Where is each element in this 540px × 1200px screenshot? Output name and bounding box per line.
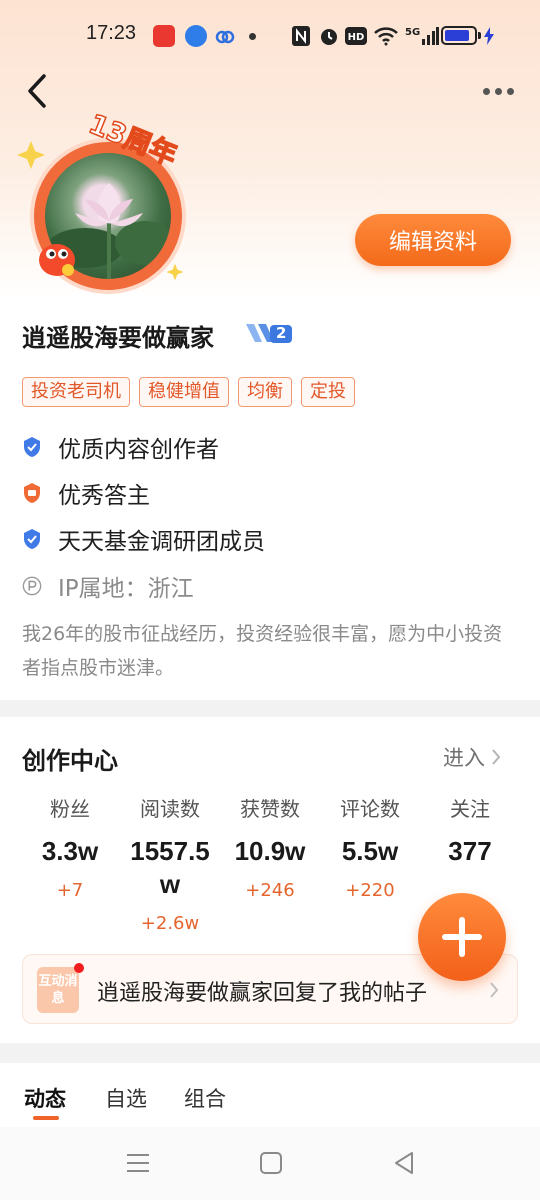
stat-value: 5.5w xyxy=(341,836,399,866)
edit-profile-button[interactable]: 编辑资料 xyxy=(355,214,511,266)
stat-label: 获赞数 xyxy=(240,797,300,821)
honor-label: 优秀答主 xyxy=(58,483,150,509)
cloud-icon xyxy=(214,25,236,47)
battery-cap xyxy=(478,32,481,39)
chevron-right-icon xyxy=(490,982,499,998)
hd-icon: HD xyxy=(345,24,367,48)
wifi-icon xyxy=(373,24,399,48)
stat-label: 关注 xyxy=(450,797,490,821)
charging-icon xyxy=(483,24,495,48)
stat-value: 1557.5w xyxy=(130,836,210,899)
battery-icon xyxy=(441,26,477,45)
app-notification-icon xyxy=(153,25,175,47)
honor-label: 优质内容创作者 xyxy=(58,437,219,463)
level-icon xyxy=(246,324,292,343)
stat-delta: +246 xyxy=(245,880,295,901)
stat-label: 阅读数 xyxy=(140,797,200,821)
tag: 均衡 xyxy=(238,377,292,407)
stat-reads[interactable]: 阅读数 1557.5w +2.6w xyxy=(120,793,220,934)
stat-value: 10.9w xyxy=(234,836,306,866)
svg-text:HD: HD xyxy=(348,32,365,43)
stat-likes[interactable]: 获赞数 10.9w +246 xyxy=(220,793,320,934)
honor-label: 天天基金调研团成员 xyxy=(58,529,265,555)
ip-location: IP属地：浙江 xyxy=(58,576,194,602)
tab-watchlist[interactable]: 自选 xyxy=(105,1083,147,1113)
status-bar: 17:23 HD 5G xyxy=(0,0,540,72)
honor-row[interactable]: 优质内容创作者 xyxy=(22,430,219,464)
message-text: 逍遥股海要做赢家回复了我的帖子 xyxy=(97,981,428,1006)
home-icon[interactable] xyxy=(259,1151,283,1175)
app-notification-icon xyxy=(185,25,207,47)
chevron-left-icon xyxy=(28,74,46,108)
back-triangle-icon[interactable] xyxy=(392,1151,416,1175)
tag: 稳健增值 xyxy=(139,377,229,407)
answer-shield-icon xyxy=(24,483,40,503)
user-bio: 我26年的股市征战经历，投资经验很丰富，愿为中小投资者指点股市迷津。 xyxy=(22,623,503,679)
user-tags: 投资老司机 稳健增值 均衡 定投 xyxy=(22,377,355,407)
sparkle-icon xyxy=(17,141,45,169)
stat-label: 评论数 xyxy=(340,797,400,821)
tag: 定投 xyxy=(301,377,355,407)
unread-dot xyxy=(74,963,84,973)
verified-shield-icon xyxy=(24,529,40,549)
stat-comments[interactable]: 评论数 5.5w +220 xyxy=(320,793,420,934)
active-tab-indicator xyxy=(33,1116,59,1120)
sparkle-icon xyxy=(166,263,184,281)
stat-delta: +220 xyxy=(345,880,395,901)
stat-delta: +2.6w xyxy=(140,913,200,934)
stat-fans[interactable]: 粉丝 3.3w +7 xyxy=(20,793,120,934)
back-button[interactable] xyxy=(20,70,60,114)
enter-creation-center-link[interactable]: 进入 xyxy=(443,742,501,772)
avatar-with-anniversary-frame[interactable]: 13周年 xyxy=(16,108,196,294)
more-options-button[interactable] xyxy=(478,80,518,102)
creation-center-title: 创作中心 xyxy=(22,747,118,775)
more-notifications-dot xyxy=(249,33,256,40)
user-level-badge: 2 xyxy=(244,320,296,348)
stat-label: 粉丝 xyxy=(50,797,90,821)
dot-icon xyxy=(494,87,502,95)
honor-row[interactable]: 优秀答主 xyxy=(22,476,150,510)
menu-icon[interactable] xyxy=(126,1151,150,1175)
mascot-icon xyxy=(39,244,75,276)
chevron-right-icon xyxy=(492,749,501,765)
signal-icon: 5G xyxy=(405,24,440,48)
honor-row[interactable]: 天天基金调研团成员 xyxy=(22,522,265,556)
location-p-icon xyxy=(22,576,42,596)
level-number: 2 xyxy=(276,324,287,342)
stat-delta: +7 xyxy=(56,880,84,901)
username: 逍遥股海要做赢家 xyxy=(22,324,214,352)
content-tabs: 动态 自选 组合 xyxy=(0,1063,540,1127)
stat-value: 3.3w xyxy=(41,836,99,866)
tag: 投资老司机 xyxy=(22,377,130,407)
dot-icon xyxy=(506,87,514,95)
status-time: 17:23 xyxy=(86,22,137,44)
nfc-icon xyxy=(291,24,311,48)
dot-icon xyxy=(482,87,490,95)
tab-portfolio[interactable]: 组合 xyxy=(184,1083,226,1113)
interaction-message-icon: 互动消息 xyxy=(37,967,79,1013)
create-post-fab[interactable] xyxy=(418,893,506,981)
system-navigation-bar xyxy=(0,1127,540,1200)
verified-shield-icon xyxy=(24,437,40,457)
stat-value: 377 xyxy=(448,836,492,866)
tab-dynamics[interactable]: 动态 xyxy=(24,1083,66,1113)
enter-label: 进入 xyxy=(443,746,485,770)
ip-location-row: IP属地：浙江 xyxy=(22,569,194,603)
alarm-icon xyxy=(318,24,340,48)
